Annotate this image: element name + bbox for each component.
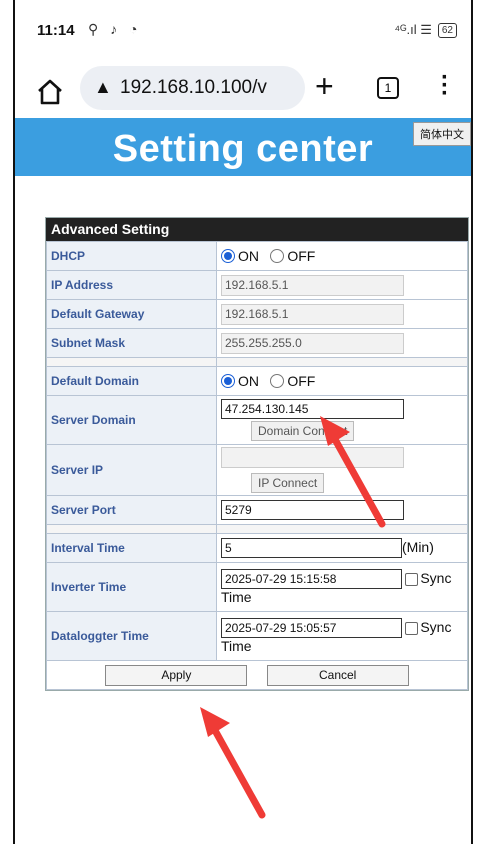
default-domain-label: Default Domain: [46, 366, 217, 396]
settings-table: DHCP ON OFF IP Address 192.168.5.1 Defau…: [46, 241, 468, 690]
advanced-setting-panel: Advanced Setting DHCP ON OFF IP Address …: [45, 217, 469, 691]
datalogger-time-input[interactable]: 2025-07-29 15:05:57: [221, 618, 402, 638]
table-row: Dataloggter Time 2025-07-29 15:05:57 Syn…: [46, 611, 468, 661]
phone-frame: 11:14 ⚲ ♪ ◔ ⁴ᴳ.ıl ☰ 62 ▲ 192.168.10.100/…: [13, 0, 473, 844]
domain-off-radio[interactable]: [270, 374, 285, 388]
table-row: Server Port 5279: [46, 495, 468, 525]
datalogger-sync-label: Sync: [420, 619, 452, 635]
dhcp-on-radio[interactable]: [221, 249, 235, 263]
signal-wifi-icon: ⁴ᴳ.ıl ☰: [394, 22, 432, 37]
server-port-input[interactable]: 5279: [221, 500, 404, 520]
table-row: Subnet Mask 255.255.255.0: [46, 328, 468, 358]
inverter-sync-label: Sync: [420, 570, 452, 586]
new-tab-icon[interactable]: +: [315, 68, 334, 105]
battery-icon: 62: [437, 22, 457, 38]
subnet-mask-field: 255.255.255.0: [221, 332, 404, 354]
domain-on-radio[interactable]: [221, 374, 235, 388]
home-icon[interactable]: [35, 77, 65, 107]
tab-switcher-button[interactable]: 1: [377, 77, 399, 99]
dhcp-off-label: OFF: [287, 248, 316, 264]
annotation-arrow-apply: [200, 707, 266, 819]
language-button[interactable]: 简体中文: [413, 122, 471, 146]
server-domain-input[interactable]: 47.254.130.145: [221, 399, 404, 419]
table-row: Interval Time 5 (Min): [46, 533, 468, 563]
interval-unit: (Min): [402, 539, 434, 555]
panel-title: Advanced Setting: [46, 218, 468, 241]
ip-address-field: 192.168.5.1: [221, 274, 404, 296]
gateway-field: 192.168.5.1: [221, 303, 404, 325]
server-port-label: Server Port: [46, 495, 217, 525]
table-row: Apply Cancel: [46, 660, 468, 690]
notification-icons: ⚲ ♪ ◔: [88, 21, 142, 37]
gateway-label: Default Gateway: [46, 299, 217, 329]
dhcp-on-label: ON: [238, 248, 259, 264]
table-row: DHCP ON OFF: [46, 241, 468, 271]
status-bar: 11:14 ⚲ ♪ ◔ ⁴ᴳ.ıl ☰ 62: [15, 0, 471, 54]
datalogger-time-word: Time: [221, 638, 252, 654]
table-row: IP Address 192.168.5.1: [46, 270, 468, 300]
ip-address-label: IP Address: [46, 270, 217, 300]
page-title: Setting center: [112, 128, 374, 170]
table-row: Default Domain ON OFF: [46, 366, 468, 396]
clock: 11:14: [37, 22, 75, 39]
address-bar[interactable]: ▲ 192.168.10.100/v: [80, 66, 305, 110]
table-row: Server Domain 47.254.130.145 Domain Conn…: [46, 395, 468, 445]
dhcp-label: DHCP: [46, 241, 217, 271]
server-ip-input[interactable]: [221, 447, 404, 468]
inverter-time-input[interactable]: 2025-07-29 15:15:58: [221, 569, 402, 589]
cancel-button[interactable]: Cancel: [266, 664, 409, 686]
interval-time-label: Interval Time: [46, 533, 217, 563]
inverter-sync-checkbox[interactable]: [405, 573, 419, 587]
ip-connect-button[interactable]: IP Connect: [251, 473, 325, 493]
apply-button[interactable]: Apply: [105, 664, 248, 686]
dhcp-off-radio[interactable]: [270, 249, 285, 263]
warning-icon[interactable]: ▲: [94, 77, 112, 98]
server-ip-label: Server IP: [46, 444, 217, 496]
server-domain-label: Server Domain: [46, 395, 217, 445]
page-banner: Setting center 简体中文: [15, 118, 471, 176]
table-row: Server IP IP Connect: [46, 444, 468, 496]
url-text: 192.168.10.100/v: [120, 77, 267, 98]
inverter-time-label: Inverter Time: [46, 562, 217, 612]
interval-time-input[interactable]: 5: [221, 538, 402, 558]
more-menu-icon[interactable]: · · ·: [441, 66, 449, 106]
table-row: Default Gateway 192.168.5.1: [46, 299, 468, 329]
status-right: ⁴ᴳ.ıl ☰ 62: [394, 22, 457, 38]
domain-off-label: OFF: [287, 373, 316, 389]
table-row: Inverter Time 2025-07-29 15:15:58 Sync T…: [46, 562, 468, 612]
inverter-time-word: Time: [221, 589, 252, 605]
subnet-mask-label: Subnet Mask: [46, 328, 217, 358]
datalogger-time-label: Dataloggter Time: [46, 611, 217, 661]
datalogger-sync-checkbox[interactable]: [405, 622, 419, 636]
domain-on-label: ON: [238, 373, 259, 389]
browser-toolbar: ▲ 192.168.10.100/v + 1 · · ·: [15, 64, 471, 120]
domain-connect-button[interactable]: Domain Connect: [251, 421, 355, 441]
